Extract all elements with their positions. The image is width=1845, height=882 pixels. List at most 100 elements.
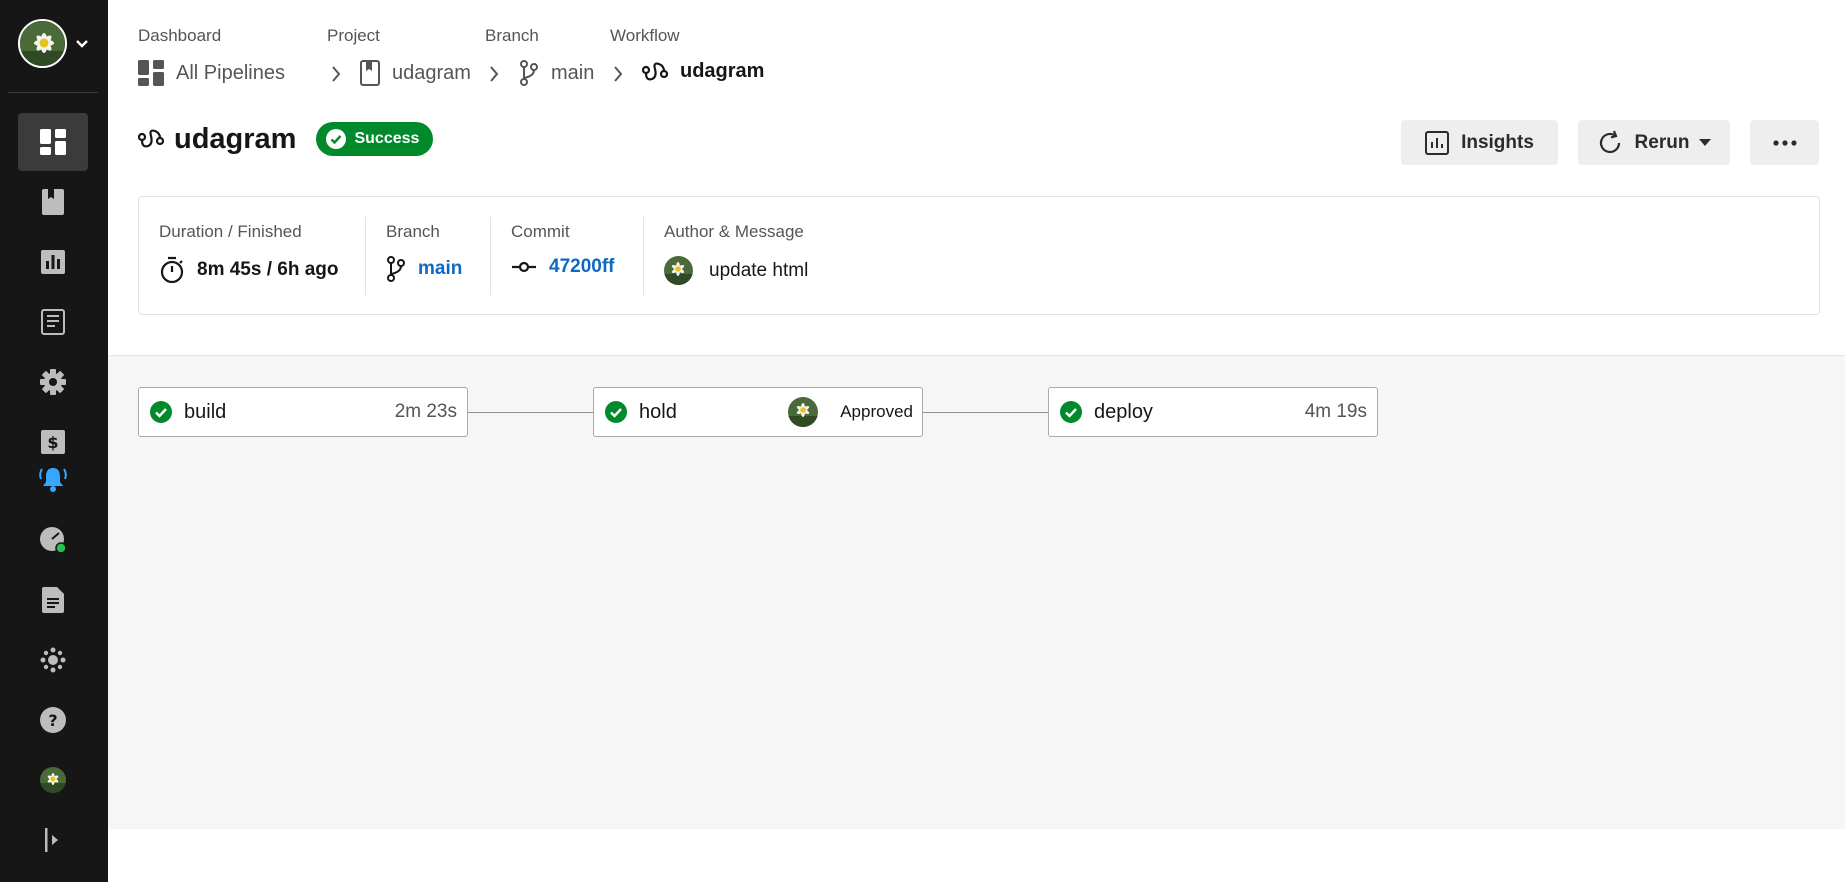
commit-link[interactable]: 47200ff xyxy=(549,256,615,278)
author-value: update html xyxy=(664,256,808,285)
caret-down-icon xyxy=(1699,138,1712,146)
document-icon xyxy=(42,587,64,613)
duration-text: 8m 45s / 6h ago xyxy=(197,259,339,280)
job-connector xyxy=(923,412,1050,413)
meta-divider xyxy=(490,217,491,295)
page-header: udagram Success xyxy=(138,122,434,156)
rerun-label: Rerun xyxy=(1634,131,1690,153)
sidebar-item-notifications[interactable] xyxy=(18,450,88,508)
breadcrumb-label-workflow: Workflow xyxy=(610,26,680,45)
insights-button[interactable]: Insights xyxy=(1401,120,1558,165)
sidebar-item-community[interactable] xyxy=(18,631,88,689)
workflow-icon xyxy=(642,61,668,80)
insights-icon xyxy=(1425,130,1450,155)
breadcrumb-label-branch: Branch xyxy=(485,26,539,45)
collapse-icon xyxy=(45,828,58,852)
commit-icon xyxy=(512,261,536,273)
sidebar-collapse[interactable] xyxy=(18,811,88,869)
stopwatch-icon xyxy=(160,256,184,284)
page-title: udagram xyxy=(174,122,297,155)
chevron-right-icon xyxy=(332,66,341,82)
user-avatar xyxy=(40,767,66,793)
sidebar-item-user[interactable] xyxy=(18,751,88,809)
sidebar-item-dashboard[interactable] xyxy=(18,113,88,171)
breadcrumb-all-pipelines[interactable]: All Pipelines xyxy=(138,60,285,86)
sidebar: $ ? xyxy=(0,0,108,882)
breadcrumb-item-label: udagram xyxy=(392,61,471,84)
breadcrumb-item-label: All Pipelines xyxy=(176,61,285,84)
more-icon xyxy=(1772,139,1797,146)
author-label: Author & Message xyxy=(664,222,804,241)
job-deploy[interactable]: deploy 4m 19s xyxy=(1048,387,1378,437)
community-icon xyxy=(40,647,66,673)
main-content: Dashboard Project Branch Workflow All Pi… xyxy=(108,0,1845,882)
duration-value: 8m 45s / 6h ago xyxy=(159,256,339,284)
svg-text:?: ? xyxy=(48,711,57,730)
status-badge: Success xyxy=(316,122,434,156)
job-name: deploy xyxy=(1094,400,1153,423)
branch-label: Branch xyxy=(386,222,440,241)
sidebar-item-help[interactable]: ? xyxy=(18,691,88,749)
insights-label: Insights xyxy=(1461,131,1534,153)
rerun-button[interactable]: Rerun xyxy=(1578,120,1730,165)
job-build[interactable]: build 2m 23s xyxy=(138,387,468,437)
duration-label: Duration / Finished xyxy=(159,222,302,241)
commit-value[interactable]: 47200ff xyxy=(511,256,615,278)
status-icon xyxy=(40,527,67,554)
job-name: build xyxy=(184,400,227,423)
breadcrumb-workflow[interactable]: udagram xyxy=(642,60,764,83)
breadcrumb-label-dashboard: Dashboard xyxy=(138,26,222,45)
breadcrumb-branch[interactable]: main xyxy=(519,60,594,86)
meta-divider xyxy=(643,217,644,295)
branch-icon xyxy=(387,256,405,282)
check-circle-icon xyxy=(326,129,347,149)
approval-status: Approved xyxy=(840,402,913,421)
commit-label: Commit xyxy=(511,222,570,241)
chevron-right-icon xyxy=(490,66,499,82)
sidebar-divider xyxy=(8,92,98,93)
insights-icon xyxy=(41,250,65,274)
sidebar-item-insights[interactable] xyxy=(18,233,88,291)
refresh-icon xyxy=(1599,130,1620,153)
chevron-right-icon xyxy=(614,66,623,82)
projects-icon xyxy=(42,189,64,215)
check-circle-icon xyxy=(150,401,172,423)
workflow-icon xyxy=(138,129,164,148)
branch-link[interactable]: main xyxy=(418,258,462,280)
breadcrumb-item-label: main xyxy=(551,61,595,84)
dashboard-icon xyxy=(40,129,66,155)
chevron-down-icon xyxy=(76,39,88,48)
sidebar-item-settings[interactable] xyxy=(18,353,88,411)
sidebar-item-projects[interactable] xyxy=(18,173,88,231)
help-icon: ? xyxy=(40,707,66,733)
workflow-graph: build 2m 23s hold Approved deploy 4m 19s xyxy=(108,355,1845,829)
job-name: hold xyxy=(639,400,677,423)
job-hold[interactable]: hold Approved xyxy=(593,387,923,437)
bell-icon xyxy=(39,468,67,492)
breadcrumb-label-project: Project xyxy=(327,26,380,45)
author-avatar xyxy=(664,256,693,285)
status-label: Success xyxy=(354,130,420,147)
workflow-summary-card: Duration / Finished 8m 45s / 6h ago Bran… xyxy=(138,196,1820,315)
check-circle-icon xyxy=(1060,401,1082,423)
gear-icon xyxy=(40,369,66,395)
job-duration: 2m 23s xyxy=(394,401,457,422)
branch-value[interactable]: main xyxy=(386,256,462,282)
sidebar-item-docs[interactable] xyxy=(18,571,88,629)
check-circle-icon xyxy=(605,401,627,423)
approver-avatar xyxy=(788,397,818,427)
org-avatar xyxy=(18,19,67,68)
job-duration: 4m 19s xyxy=(1304,401,1367,422)
breadcrumb-item-label: udagram xyxy=(680,60,765,82)
meta-divider xyxy=(365,217,366,295)
sidebar-item-status[interactable] xyxy=(18,511,88,569)
app-window: $ ? Dashboard Project Branch Workflow Al… xyxy=(0,0,1845,882)
org-switcher[interactable] xyxy=(18,19,89,68)
project-icon xyxy=(360,60,380,86)
commit-message: update html xyxy=(709,259,809,281)
sidebar-item-deploys[interactable] xyxy=(18,293,88,351)
dashboard-icon xyxy=(138,60,164,86)
more-options-button[interactable] xyxy=(1750,120,1819,165)
branch-icon xyxy=(520,60,538,86)
breadcrumb-project[interactable]: udagram xyxy=(360,60,471,86)
